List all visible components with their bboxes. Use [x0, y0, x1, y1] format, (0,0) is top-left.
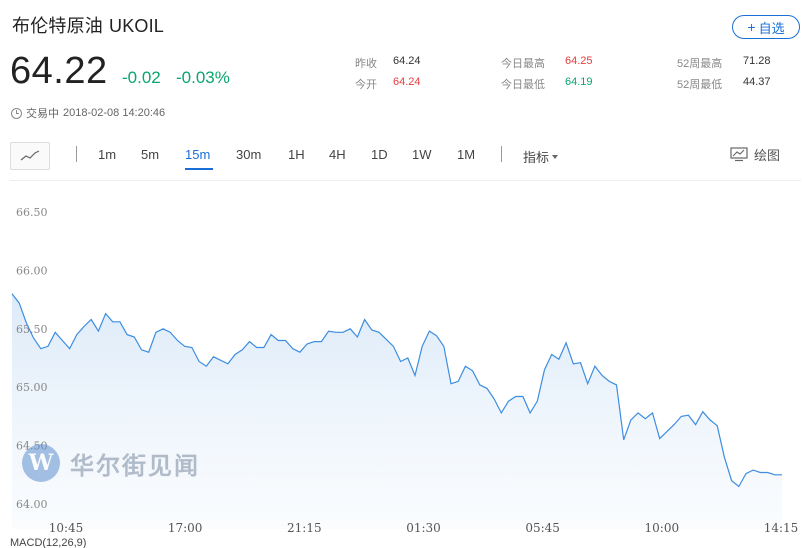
- y-tick-label: 66.50: [16, 206, 48, 219]
- caret-down-icon: [552, 154, 559, 159]
- period-1w[interactable]: 1W: [412, 147, 432, 162]
- indicator-label: 指标: [523, 150, 550, 165]
- clock-icon: [11, 107, 22, 119]
- macd-label: MACD(12,26,9): [10, 537, 87, 548]
- line-chart-icon: [20, 150, 40, 161]
- period-1mo[interactable]: 1M: [457, 147, 475, 162]
- trading-status: 交易中 2018-02-08 14:20:46: [11, 105, 165, 121]
- open-value: 64.24: [393, 76, 421, 88]
- active-period-indicator: [185, 168, 213, 170]
- price-chart[interactable]: 66.5066.0065.5065.0064.5064.0010:4517:00…: [10, 180, 801, 548]
- day-low-label: 今日最低: [501, 79, 545, 91]
- y-tick-label: 65.00: [16, 381, 48, 394]
- period-1m[interactable]: 1m: [98, 147, 116, 162]
- drawing-board-icon: [730, 147, 748, 162]
- chart-toolbar: 1m 5m 15m 30m 1H 4H 1D 1W 1M 指标 绘图: [10, 140, 800, 170]
- period-15m[interactable]: 15m: [185, 147, 210, 162]
- prev-close-label: 昨收: [355, 58, 377, 70]
- instrument-title: 布伦特原油 UKOIL: [12, 12, 164, 38]
- toolbar-divider: [76, 146, 77, 162]
- price-change: -0.02: [122, 68, 161, 87]
- y-tick-label: 66.00: [16, 264, 48, 277]
- x-tick-label: 10:00: [645, 521, 680, 535]
- period-1d[interactable]: 1D: [371, 147, 388, 162]
- draw-label: 绘图: [754, 148, 781, 163]
- x-tick-label: 21:15: [287, 521, 322, 535]
- x-tick-label: 01:30: [406, 521, 441, 535]
- instrument-code: UKOIL: [109, 16, 165, 36]
- period-1h[interactable]: 1H: [288, 147, 305, 162]
- add-watchlist-label: 自选: [758, 20, 785, 36]
- prev-close-value: 64.24: [393, 55, 421, 67]
- trading-status-text: 交易中: [26, 108, 59, 120]
- watermark: W 华尔街见闻: [22, 444, 200, 482]
- watermark-text: 华尔街见闻: [70, 452, 200, 480]
- quote-timestamp: 2018-02-08 14:20:46: [63, 107, 166, 119]
- plus-icon: +: [747, 19, 756, 35]
- open-label: 今开: [355, 79, 377, 91]
- price-chart-svg: 66.5066.0065.5065.0064.5064.0010:4517:00…: [11, 206, 799, 535]
- x-tick-label: 10:45: [49, 521, 84, 535]
- x-tick-label: 14:15: [764, 521, 799, 535]
- price-area: [12, 293, 782, 529]
- y-tick-label: 65.50: [16, 323, 48, 336]
- toolbar-divider: [501, 146, 502, 162]
- current-price: 64.22: [10, 50, 108, 92]
- week52-low-value: 44.37: [743, 76, 771, 88]
- watermark-logo: W: [22, 444, 60, 482]
- add-watchlist-button[interactable]: + 自选: [732, 15, 800, 39]
- draw-button[interactable]: 绘图: [730, 145, 780, 164]
- week52-high-value: 71.28: [743, 55, 771, 67]
- y-tick-label: 64.00: [16, 498, 48, 511]
- day-high-label: 今日最高: [501, 58, 545, 70]
- x-tick-label: 17:00: [168, 521, 203, 535]
- period-4h[interactable]: 4H: [329, 147, 346, 162]
- chart-type-button[interactable]: [10, 142, 50, 170]
- x-tick-label: 05:45: [525, 521, 560, 535]
- day-low-value: 64.19: [565, 76, 593, 88]
- period-30m[interactable]: 30m: [236, 147, 261, 162]
- day-high-value: 64.25: [565, 55, 593, 67]
- instrument-name: 布伦特原油: [12, 16, 103, 36]
- week52-low-label: 52周最低: [677, 79, 723, 91]
- period-5m[interactable]: 5m: [141, 147, 159, 162]
- week52-high-label: 52周最高: [677, 58, 723, 70]
- indicator-dropdown[interactable]: 指标: [523, 147, 559, 166]
- price-change-percent: -0.03%: [176, 68, 230, 87]
